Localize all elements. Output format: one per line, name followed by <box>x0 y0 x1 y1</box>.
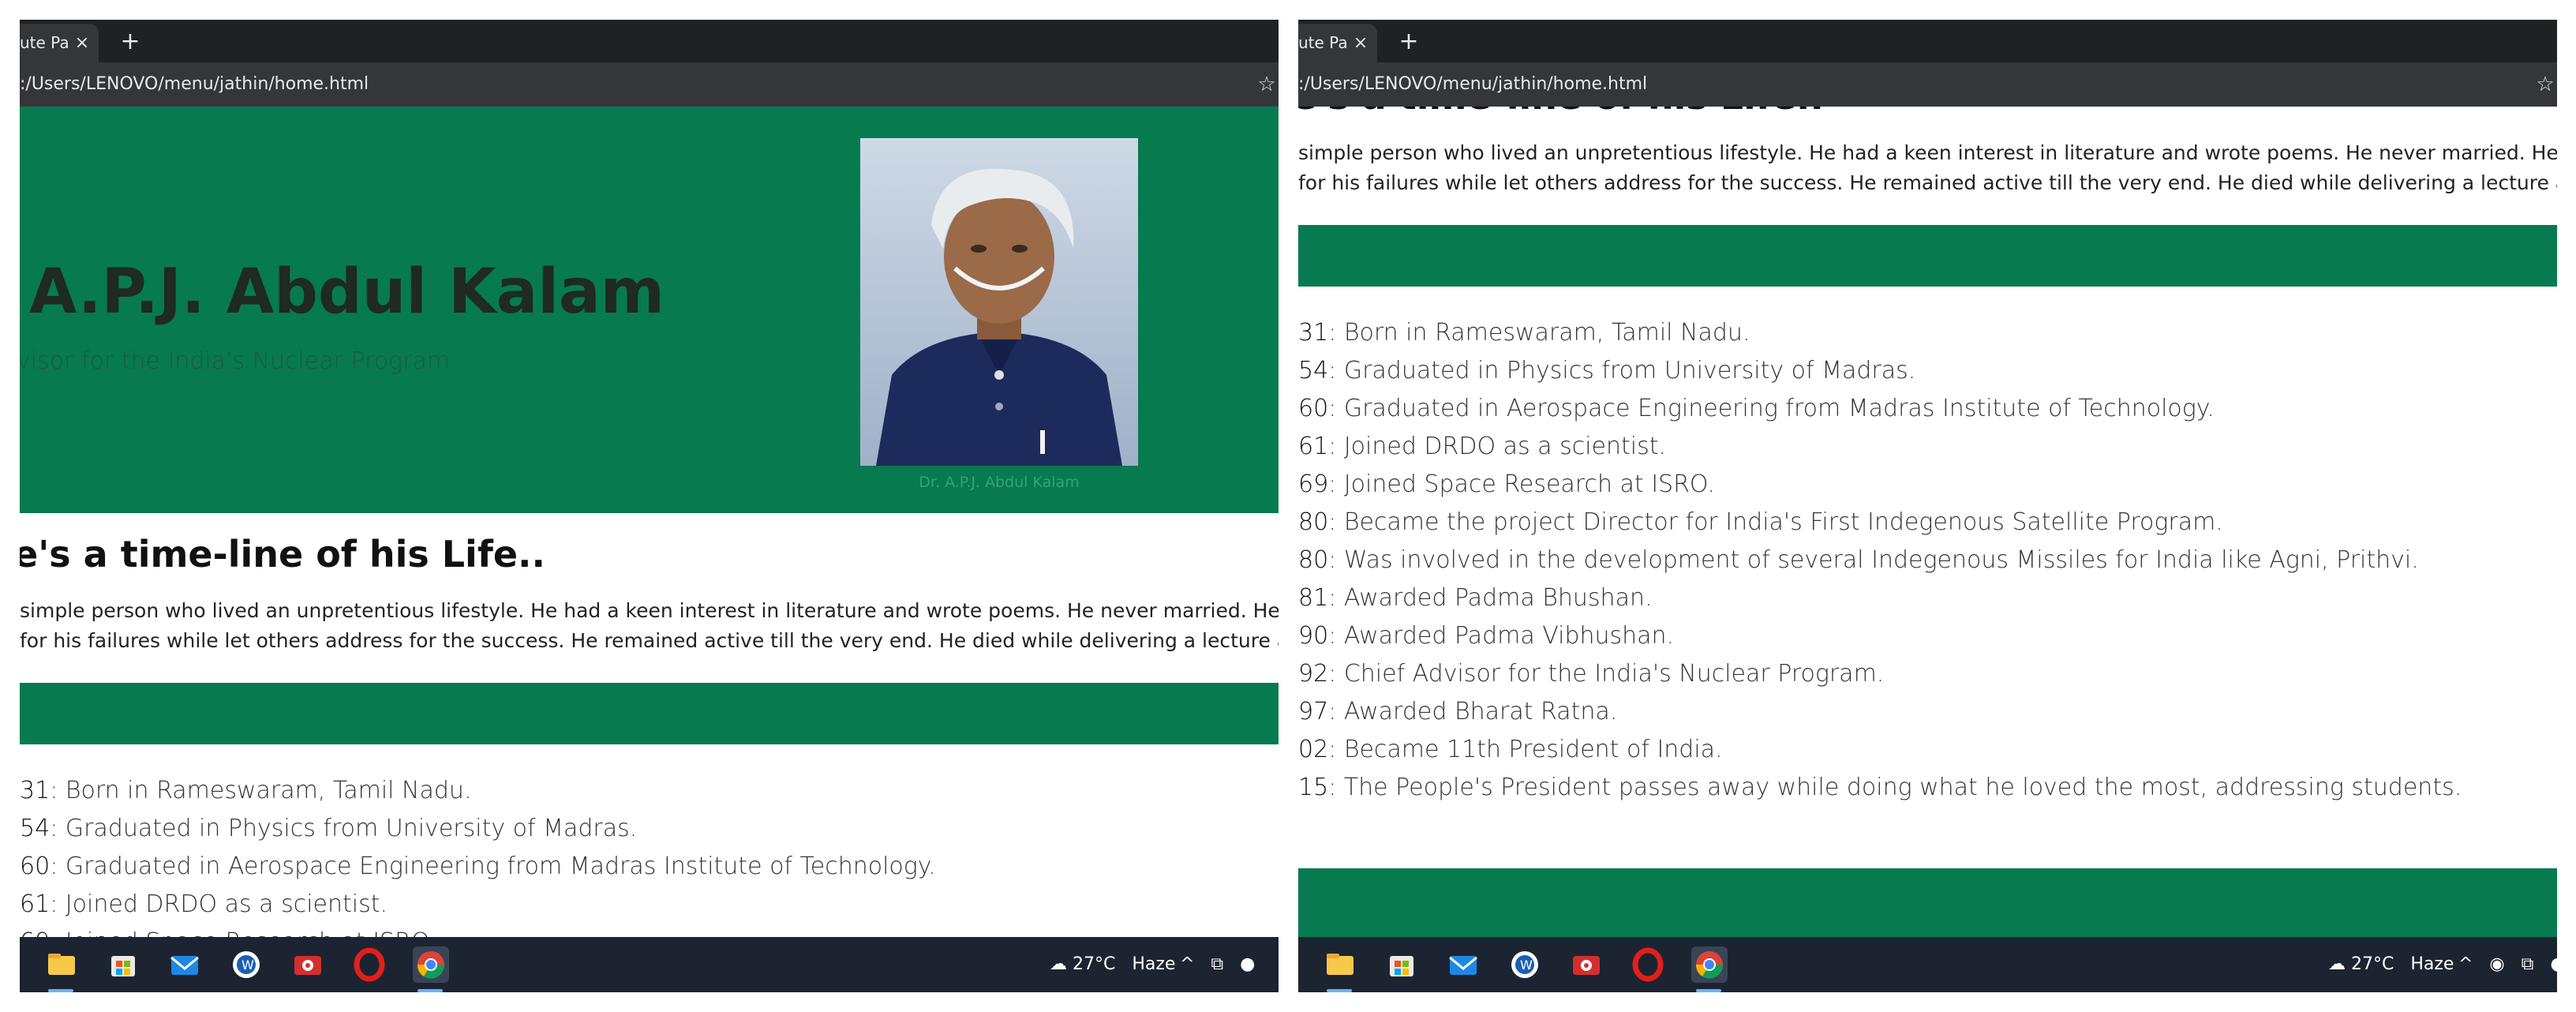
list-item: 54: Graduated in Physics from University… <box>20 815 638 842</box>
list-item: 54: Graduated in Physics from University… <box>1298 357 1916 384</box>
record-icon[interactable]: ◉ <box>2489 954 2504 974</box>
green-divider <box>1298 225 2557 287</box>
url-text[interactable]: :/Users/LENOVO/menu/jathin/home.html <box>1298 62 1647 107</box>
camera-icon[interactable] <box>1568 946 1604 983</box>
meet-icon[interactable]: ⧉ <box>2522 954 2534 974</box>
active-indicator <box>1327 989 1352 992</box>
hero-subtitle: visor for the India's Nuclear Program. <box>20 347 458 375</box>
page-viewport: A.P.J. Abdul Kalam visor for the India's… <box>20 107 1279 937</box>
svg-text:W: W <box>242 958 254 973</box>
tab-title: ute Pa <box>1298 33 1348 52</box>
browser-tab[interactable]: ute Pa × <box>1298 24 1377 62</box>
meet-icon[interactable]: ⧉ <box>1211 954 1223 974</box>
weather-desc: Haze <box>1132 954 1176 974</box>
bio-paragraph: simple person who lived an unpretentious… <box>1298 138 2557 198</box>
chrome-icon[interactable] <box>413 946 449 983</box>
screenshot-right: ute Pa × + :/Users/LENOVO/menu/jathin/ho… <box>1298 20 2557 992</box>
microphone-icon[interactable]: ● <box>1240 954 1255 974</box>
bookmark-star-icon[interactable]: ☆ <box>1255 62 1279 107</box>
svg-text:W: W <box>1520 958 1533 973</box>
page-viewport: e's a time-line of his Life.. simple per… <box>1298 107 2557 937</box>
mail-icon[interactable] <box>167 946 203 983</box>
tab-bar: ute Pa × + <box>20 20 1279 62</box>
system-tray[interactable]: ^ ◉ ⧉ ● <box>2458 937 2557 992</box>
portrait-illustration <box>860 138 1138 466</box>
timeline-heading: e's a time-line of his Life.. <box>1298 107 1824 118</box>
list-item: 69: Joined Space Research at ISRO. <box>1298 470 1715 498</box>
weather-temp: 27°C <box>1073 954 1116 974</box>
portrait-caption: Dr. A.P.J. Abdul Kalam <box>919 474 1080 491</box>
bio-paragraph: simple person who lived an unpretentious… <box>20 596 1279 656</box>
timeline-heading: e's a time-line of his Life.. <box>20 533 545 575</box>
bio-line: for his failures while let others addres… <box>1298 171 2557 194</box>
chevron-up-icon[interactable]: ^ <box>2458 954 2473 974</box>
list-item: 61: Joined DRDO as a scientist. <box>1298 433 1667 460</box>
mail-icon[interactable] <box>1445 946 1481 983</box>
list-item: 97: Awarded Bharat Ratna. <box>1298 698 1618 725</box>
weather-widget[interactable]: ☁ 27°C Haze <box>1050 937 1175 992</box>
list-item: 31: Born in Rameswaram, Tamil Nadu. <box>1298 319 1750 347</box>
green-footer <box>1298 868 2557 937</box>
portrait-image <box>860 138 1138 466</box>
bio-line: for his failures while let others addres… <box>20 629 1279 652</box>
taskbar: W ☁ 27°C Haze ^ ⧉ ● <box>20 937 1279 992</box>
list-item: 81: Awarded Padma Bhushan. <box>1298 584 1653 612</box>
word-icon[interactable]: W <box>1507 946 1543 983</box>
hero-banner: A.P.J. Abdul Kalam visor for the India's… <box>20 107 1279 513</box>
url-text[interactable]: :/Users/LENOVO/menu/jathin/home.html <box>20 62 369 107</box>
store-icon[interactable] <box>105 946 141 983</box>
list-item: 92: Chief Advisor for the India's Nuclea… <box>1298 660 1885 688</box>
taskbar: W ☁ 27°C Haze ^ ◉ ⧉ ● <box>1298 937 2557 992</box>
active-indicator <box>417 989 443 992</box>
list-item: 61: Joined DRDO as a scientist. <box>20 890 388 918</box>
list-item: 31: Born in Rameswaram, Tamil Nadu. <box>20 777 472 804</box>
address-bar[interactable]: :/Users/LENOVO/menu/jathin/home.html ☆ <box>1298 62 2557 107</box>
list-item: 90: Awarded Padma Vibhushan. <box>1298 622 1675 650</box>
list-item: 60: Graduated in Aerospace Engineering f… <box>1298 395 2215 422</box>
weather-icon: ☁ <box>1050 954 1067 974</box>
opera-icon[interactable] <box>351 946 388 983</box>
chevron-up-icon[interactable]: ^ <box>1180 954 1194 974</box>
tab-title: ute Pa <box>20 33 69 52</box>
microphone-icon[interactable]: ● <box>2550 954 2557 974</box>
bio-line: simple person who lived an unpretentious… <box>20 599 1279 622</box>
new-tab-button[interactable]: + <box>114 24 146 62</box>
address-bar[interactable]: :/Users/LENOVO/menu/jathin/home.html ☆ <box>20 62 1279 107</box>
timeline-list: 31: Born in Rameswaram, Tamil Nadu. 54: … <box>20 772 936 937</box>
list-item: 69: Joined Space Research at ISRO. <box>20 924 936 937</box>
screenshot-left: ute Pa × + :/Users/LENOVO/menu/jathin/ho… <box>20 20 1279 992</box>
file-explorer-icon[interactable] <box>43 946 80 983</box>
system-tray[interactable]: ^ ⧉ ● <box>1180 937 1255 992</box>
list-item: 60: Graduated in Aerospace Engineering f… <box>20 853 936 880</box>
weather-icon: ☁ <box>2328 954 2346 974</box>
timeline-list: 31: Born in Rameswaram, Tamil Nadu. 54: … <box>1298 314 2462 807</box>
close-tab-icon[interactable]: × <box>1349 24 1372 62</box>
opera-icon[interactable] <box>1630 946 1666 983</box>
list-item: 80: Was involved in the development of s… <box>1298 546 2419 574</box>
word-icon[interactable]: W <box>228 946 264 983</box>
camera-icon[interactable] <box>290 946 326 983</box>
hero-title: A.P.J. Abdul Kalam <box>29 257 665 328</box>
weather-desc: Haze <box>2410 954 2454 974</box>
list-item: 80: Became the project Director for Indi… <box>1298 508 2223 536</box>
bio-line: simple person who lived an unpretentious… <box>1298 141 2557 164</box>
active-indicator <box>1696 989 1721 992</box>
chrome-icon[interactable] <box>1691 946 1728 983</box>
file-explorer-icon[interactable] <box>1322 946 1358 983</box>
new-tab-button[interactable]: + <box>1393 24 1425 62</box>
bookmark-star-icon[interactable]: ☆ <box>2533 62 2557 107</box>
browser-tab[interactable]: ute Pa × <box>20 24 99 62</box>
close-tab-icon[interactable]: × <box>70 24 94 62</box>
weather-temp: 27°C <box>2351 954 2394 974</box>
active-indicator <box>48 989 73 992</box>
weather-widget[interactable]: ☁ 27°C Haze <box>2328 937 2454 992</box>
list-item: 15: The People's President passes away w… <box>1298 774 2462 801</box>
tab-bar: ute Pa × + <box>1298 20 2557 62</box>
green-divider <box>20 683 1279 744</box>
list-item: 02: Became 11th President of India. <box>1298 736 1723 763</box>
store-icon[interactable] <box>1383 946 1420 983</box>
